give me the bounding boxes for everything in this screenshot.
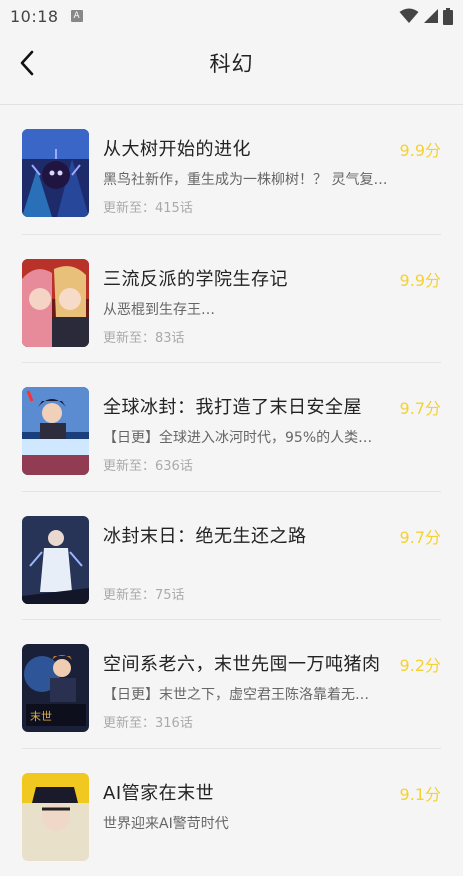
cover-image[interactable] xyxy=(22,259,89,347)
back-button[interactable] xyxy=(10,46,44,80)
status-icons xyxy=(399,8,453,25)
item-score: 9.1分 xyxy=(400,781,441,805)
status-bar: 10:18 A xyxy=(0,0,463,32)
a-notification-icon: A xyxy=(71,10,83,22)
cover-image[interactable] xyxy=(22,129,89,217)
list-item[interactable]: AI管家在末世 9.1分 世界迎来AI警苛时代 xyxy=(22,748,441,876)
item-title: 从大树开始的进化 xyxy=(103,135,251,161)
item-update: 更新至：636话 xyxy=(103,455,193,474)
list-item[interactable]: 三流反派的学院生存记 9.9分 从恶棍到生存王… 更新至：83话 xyxy=(22,234,441,363)
signal-icon xyxy=(423,8,439,24)
chevron-left-icon xyxy=(18,50,36,76)
item-update: 更新至：415话 xyxy=(103,197,193,216)
update-count: 83话 xyxy=(155,331,185,346)
item-desc: 【日更】全球进入冰河时代，95%的人类… xyxy=(103,427,395,447)
item-update: 更新至：83话 xyxy=(103,327,185,346)
update-prefix: 更新至： xyxy=(103,459,155,474)
battery-icon xyxy=(443,8,453,25)
item-desc: 从恶棍到生存王… xyxy=(103,299,395,319)
update-count: 75话 xyxy=(155,588,185,603)
cover-image[interactable]: 末世 xyxy=(22,644,89,732)
header: 科幻 xyxy=(0,34,463,92)
update-prefix: 更新至： xyxy=(103,331,155,346)
cover-image[interactable] xyxy=(22,773,89,861)
svg-text:末世: 末世 xyxy=(30,709,52,723)
item-score: 9.7分 xyxy=(400,524,441,548)
update-count: 415话 xyxy=(155,201,193,216)
item-desc: 黑鸟社新作，重生成为一株柳树！？ 灵气复苏… xyxy=(103,169,395,189)
cover-image[interactable] xyxy=(22,516,89,604)
wifi-icon xyxy=(399,8,419,24)
update-prefix: 更新至： xyxy=(103,201,155,216)
item-title: 三流反派的学院生存记 xyxy=(103,265,288,291)
comic-list: 从大树开始的进化 9.9分 黑鸟社新作，重生成为一株柳树！？ 灵气复苏… 更新至… xyxy=(0,105,463,876)
item-update: 更新至：75话 xyxy=(103,584,185,603)
update-count: 316话 xyxy=(155,716,193,731)
item-update: 更新至：316话 xyxy=(103,712,193,731)
cover-image[interactable] xyxy=(22,387,89,475)
status-time: 10:18 xyxy=(10,7,59,26)
item-title: 全球冰封：我打造了末日安全屋 xyxy=(103,393,362,419)
page-title: 科幻 xyxy=(210,48,254,78)
item-score: 9.9分 xyxy=(400,267,441,291)
list-item[interactable]: 全球冰封：我打造了末日安全屋 9.7分 【日更】全球进入冰河时代，95%的人类…… xyxy=(22,362,441,491)
list-item[interactable]: 从大树开始的进化 9.9分 黑鸟社新作，重生成为一株柳树！？ 灵气复苏… 更新至… xyxy=(22,105,441,234)
item-title: 空间系老六，末世先囤一万吨猪肉 xyxy=(103,650,381,676)
list-item[interactable]: 冰封末日：绝无生还之路 9.7分 更新至：75话 xyxy=(22,491,441,620)
update-prefix: 更新至： xyxy=(103,716,155,731)
update-count: 636话 xyxy=(155,459,193,474)
item-title: AI管家在末世 xyxy=(103,779,214,805)
item-desc: 【日更】末世之下，虚空君王陈洛靠着无… xyxy=(103,684,395,704)
item-score: 9.7分 xyxy=(400,395,441,419)
item-title: 冰封末日：绝无生还之路 xyxy=(103,522,307,548)
item-score: 9.9分 xyxy=(400,137,441,161)
item-score: 9.2分 xyxy=(400,652,441,676)
list-item[interactable]: 末世 空间系老六，末世先囤一万吨猪肉 9.2分 【日更】末世之下，虚空君王陈洛靠… xyxy=(22,619,441,748)
update-prefix: 更新至： xyxy=(103,588,155,603)
